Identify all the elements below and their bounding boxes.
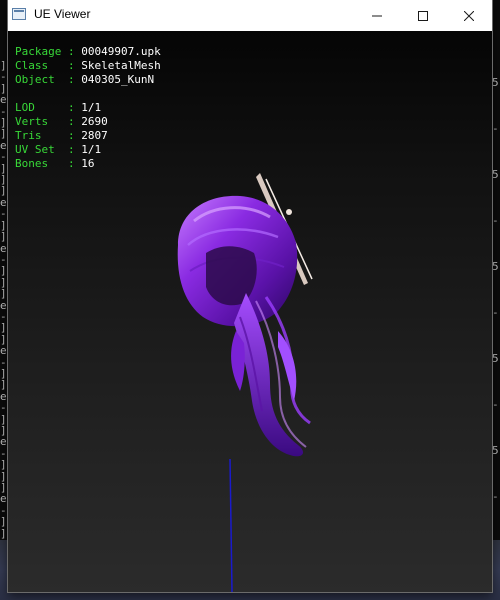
close-button[interactable] — [446, 0, 492, 31]
mesh-info-overlay: Package : 00049907.upk Class : SkeletalM… — [15, 45, 161, 171]
info-row-package: Package : 00049907.upk — [15, 45, 161, 58]
package-value: 00049907.upk — [81, 45, 161, 58]
info-row-verts: Verts : 2690 — [15, 115, 108, 128]
info-row-class: Class : SkeletalMesh — [15, 59, 161, 72]
info-row-lod: LOD : 1/1 — [15, 101, 102, 114]
hair-tail — [231, 293, 311, 457]
background-console-right-text: 5 - 5 - 5 - 5 - 5 - — [492, 76, 499, 503]
app-window-icon — [12, 8, 26, 20]
object-value: 040305_KunN — [81, 73, 155, 86]
minimize-button[interactable] — [354, 0, 400, 31]
ue-viewer-window[interactable]: UE Viewer Package: 00049907.upk Class:… — [8, 0, 492, 592]
maximize-button[interactable] — [400, 0, 446, 31]
3d-viewport[interactable]: Package : 00049907.upk Class : SkeletalM… — [8, 31, 492, 592]
info-row-bones: Bones : 16 — [15, 157, 95, 170]
verts-value: 2690 — [81, 115, 108, 128]
title-bar[interactable]: UE Viewer — [8, 0, 492, 31]
vertical-axis-line — [229, 458, 233, 592]
window-title: UE Viewer — [34, 7, 91, 21]
info-row-uvset: UV Set : 1/1 — [15, 143, 102, 156]
class-value: SkeletalMesh — [81, 59, 161, 72]
tris-value: 2807 — [81, 129, 108, 142]
background-console-left-text: ] - ] e - ] ] e - ] ] ] e - ] ] e - ] ] … — [0, 59, 7, 540]
uvset-value: 1/1 — [81, 143, 102, 156]
hair-bun — [177, 195, 298, 327]
lod-value: 1/1 — [81, 101, 102, 114]
maximize-icon — [418, 10, 428, 21]
info-gap — [15, 87, 161, 101]
bones-value: 16 — [81, 157, 95, 170]
close-icon — [464, 10, 474, 21]
info-row-object: Object : 040305_KunN — [15, 73, 155, 86]
minimize-icon — [372, 15, 382, 16]
info-row-tris: Tris : 2807 — [15, 129, 108, 142]
